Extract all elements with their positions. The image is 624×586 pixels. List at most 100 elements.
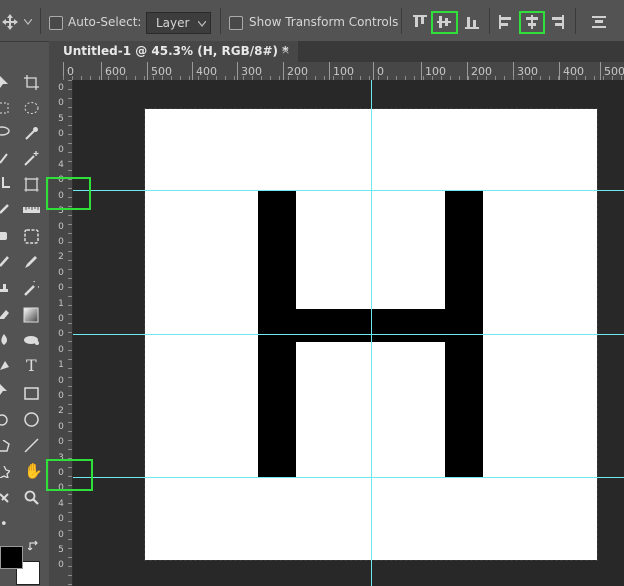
ruler-label: 1 [58,360,64,371]
ruler-minor-tick [68,98,72,99]
ruler-label: 0 [58,437,64,448]
ruler-tool-icon[interactable] [23,205,40,215]
rectangle-tool-icon[interactable] [24,387,39,400]
ruler-minor-tick [68,161,72,162]
ruler-tick [192,62,193,80]
ruler-label: 4 [58,498,64,509]
pencil-tool-icon[interactable] [24,254,39,269]
type-tool-icon[interactable]: T [26,358,37,374]
elliptical-marquee-tool-icon[interactable] [24,101,39,115]
close-icon[interactable]: × [281,44,290,57]
ruler-minor-tick [68,368,72,369]
ruler-minor-tick [68,233,72,234]
marquee-tool-icon[interactable] [0,102,10,114]
quick-selection-tool-icon[interactable] [0,152,10,164]
ruler-minor-tick [68,566,72,567]
ruler-label: 0 [58,83,64,93]
horizontal-guide-top[interactable] [73,190,624,191]
custom-shape-tool-icon[interactable] [0,466,10,478]
healing-brush-tool-icon[interactable] [0,230,10,242]
ruler-tick [600,62,601,80]
align-vertical-center-icon[interactable] [437,15,451,29]
ruler-minor-tick [68,152,72,153]
brush-tool-icon[interactable] [0,255,10,267]
align-horizontal-center-icon[interactable] [525,15,539,29]
distribute-icon[interactable] [592,15,606,29]
horizontal-guide-bottom[interactable] [73,477,624,478]
align-left-icon[interactable] [499,15,513,29]
ruler-label: 0 [58,391,64,401]
gradient-tool-icon[interactable] [23,307,39,323]
ruler-label: 200 [471,65,492,78]
ruler-label: 0 [58,237,64,247]
rotate-view-tool-icon[interactable] [0,492,10,504]
move-tool-icon[interactable] [2,14,18,30]
ruler-minor-tick [68,332,72,333]
highlight-ruler-top-guide [46,177,91,210]
magic-wand-tool-icon[interactable] [24,151,39,166]
ruler-label: 0 [58,344,64,355]
eyedropper-tool-icon[interactable] [24,126,39,141]
ruler-label: 0 [58,421,64,432]
ruler-minor-tick [68,413,72,414]
line-tool-icon[interactable] [24,438,39,453]
ruler-minor-tick [68,278,72,279]
swap-colors-icon[interactable] [28,540,40,552]
smudge-tool-icon[interactable] [23,334,40,347]
rectangle-tool-icon[interactable] [0,414,10,426]
pen-tool-icon[interactable] [0,359,10,371]
ruler-minor-tick [68,539,72,540]
foreground-color-swatch[interactable] [0,546,23,569]
frame-tool-icon[interactable] [24,177,39,192]
eraser-tool-icon[interactable] [0,308,10,320]
clone-stamp-tool-icon[interactable] [0,282,10,294]
ruler-tick [559,62,560,80]
ruler-tick [329,62,330,80]
patch-tool-icon[interactable] [24,229,39,244]
ruler-label: 0 [58,514,64,525]
artboard-tool-icon[interactable] [24,75,39,90]
ruler-tick [147,62,148,80]
lasso-tool-icon[interactable] [0,126,10,138]
zoom-tool-icon[interactable] [24,490,39,505]
auto-select-target-dropdown[interactable]: Layer [146,12,211,34]
vertical-guide-center[interactable] [371,80,372,586]
path-selection-tool-icon[interactable] [0,384,10,396]
crop-tool-icon[interactable] [0,177,10,191]
blur-tool-icon[interactable] [0,334,10,346]
ruler-tick [283,62,284,80]
eyedropper-tool-icon[interactable] [0,202,10,214]
ruler-label: 0 [58,283,64,294]
separator [40,8,41,34]
ruler-label: 0 [58,221,64,232]
ruler-minor-tick [68,548,72,549]
hand-tool-icon[interactable]: ✋ [24,464,43,479]
ruler-minor-tick [68,512,72,513]
ruler-minor-tick [68,557,72,558]
show-transform-controls-checkbox[interactable] [229,16,243,30]
history-brush-tool-icon[interactable] [24,281,39,296]
horizontal-guide-middle[interactable] [73,334,624,335]
ruler-minor-tick [68,251,72,252]
move-tool-icon[interactable] [0,76,10,88]
align-right-icon[interactable] [550,15,564,29]
ruler-minor-tick [68,350,72,351]
ruler-label: 300 [517,65,538,78]
ruler-label: 5 [58,113,64,124]
chevron-down-icon[interactable] [24,19,32,25]
ruler-label: 5 [58,545,64,555]
ruler-minor-tick [68,341,72,342]
ruler-minor-tick [68,89,72,90]
ruler-minor-tick [68,503,72,504]
document-tab[interactable]: Untitled-1 @ 45.3% (H, RGB/8#) * × [49,41,298,62]
ruler-label: 2 [58,406,64,417]
document-tab-title: Untitled-1 @ 45.3% (H, RGB/8#) * [63,44,289,58]
polygon-tool-icon[interactable] [0,440,10,452]
ellipse-tool-icon[interactable] [24,412,39,427]
ruler-label: 0 [58,560,64,571]
align-top-icon[interactable] [413,15,427,29]
ruler-label: 100 [425,65,446,78]
ruler-minor-tick [68,431,72,432]
auto-select-checkbox[interactable] [49,16,63,30]
align-bottom-icon[interactable] [465,15,479,29]
